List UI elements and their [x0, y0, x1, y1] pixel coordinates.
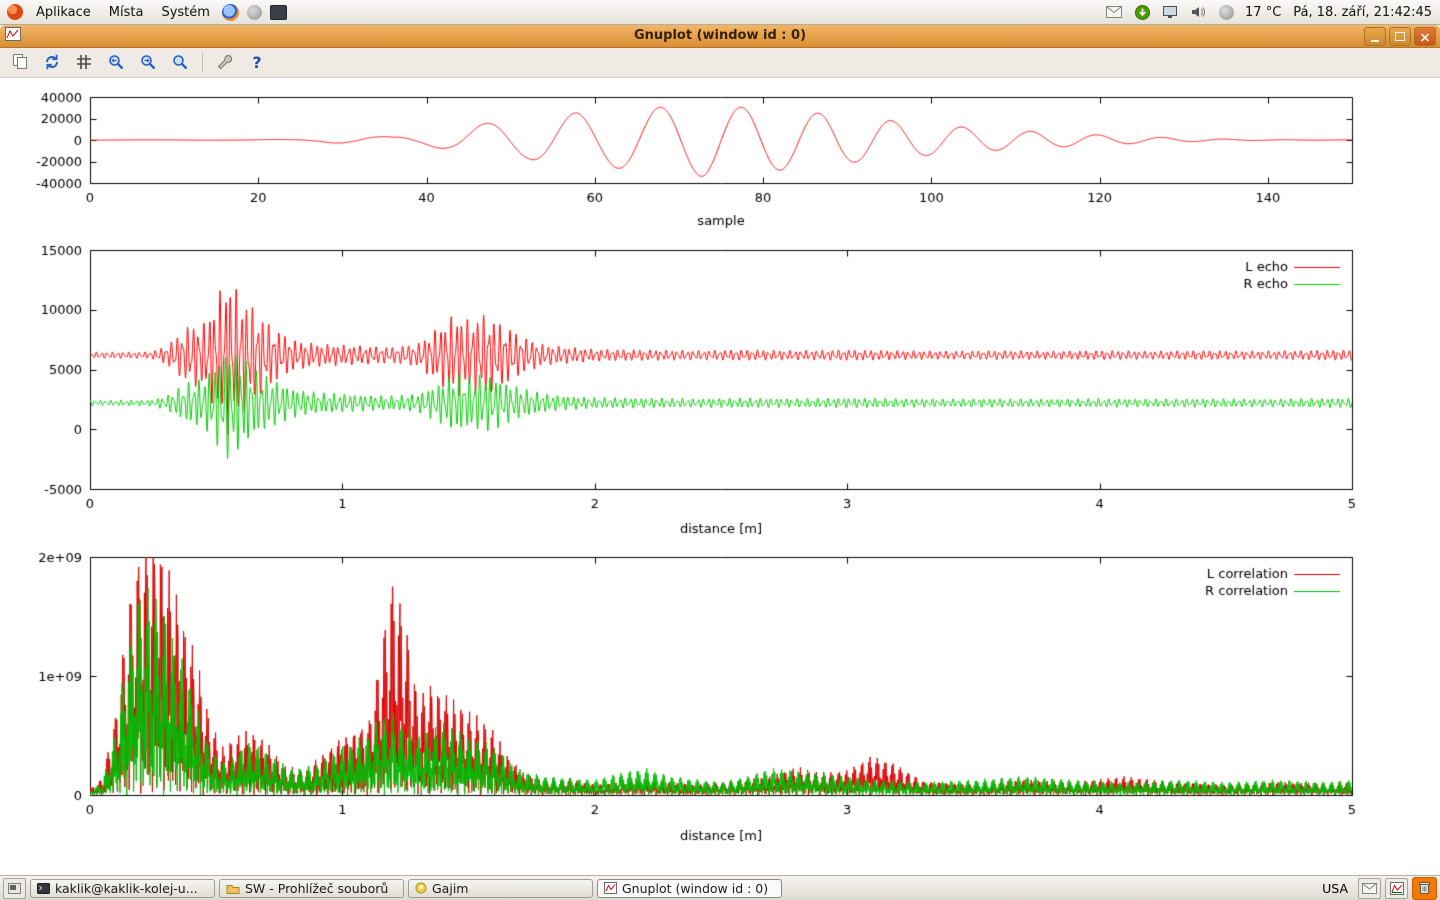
menu-places[interactable]: Místa: [101, 2, 152, 23]
gnuplot-window: Gnuplot (window id : 0): [0, 25, 1440, 875]
help-icon[interactable]: [244, 1, 266, 23]
minimize-icon: [1371, 40, 1379, 42]
plot-area: [0, 78, 1440, 875]
window-controls: [1364, 27, 1436, 46]
trash-icon[interactable]: [1412, 877, 1437, 900]
firefox-icon[interactable]: [220, 1, 242, 23]
task-button-gnuplot[interactable]: Gnuplot (window id : 0): [597, 879, 782, 898]
task-label: kaklik@kaklik-kolej-u...: [55, 881, 198, 896]
grid-icon: [75, 53, 93, 71]
weather-icon[interactable]: [1215, 1, 1237, 23]
wrench-icon: [216, 53, 234, 71]
panel-menus: Aplikace Místa Systém: [0, 1, 290, 23]
replot-button[interactable]: [40, 50, 64, 74]
zoom-next-icon: [139, 53, 157, 71]
volume-icon[interactable]: [1187, 1, 1209, 23]
taskbar: kaklik@kaklik-kolej-u... SW - Prohlížeč …: [0, 875, 1440, 900]
toolbar-separator: [202, 52, 203, 72]
task-button-terminal[interactable]: kaklik@kaklik-kolej-u...: [30, 879, 215, 898]
display-icon[interactable]: [1159, 1, 1181, 23]
keyboard-layout-indicator[interactable]: USA: [1316, 881, 1354, 896]
terminal-icon[interactable]: [268, 1, 290, 23]
task-button-gajim[interactable]: Gajim: [408, 879, 593, 898]
gnuplot-icon: [604, 882, 617, 894]
temperature-label[interactable]: 17 °C: [1245, 5, 1281, 20]
close-icon: [1419, 27, 1431, 46]
task-button-file-browser[interactable]: SW - Prohlížeč souborů: [219, 879, 404, 898]
tray-mail-icon[interactable]: [1358, 878, 1381, 899]
gnuplot-toolbar: ?: [0, 48, 1440, 78]
gajim-icon: [415, 882, 427, 894]
maximize-button[interactable]: [1389, 27, 1411, 46]
copy-icon: [11, 53, 29, 71]
panel-status-area: 17 °C Pá, 18. září, 21:42:45: [1103, 1, 1440, 23]
window-titlebar[interactable]: Gnuplot (window id : 0): [0, 25, 1440, 48]
autoscale-icon: [171, 53, 189, 71]
help-icon: ?: [252, 53, 261, 72]
replot-icon: [43, 53, 61, 71]
close-button[interactable]: [1414, 27, 1436, 46]
ubuntu-logo-icon[interactable]: [4, 1, 26, 23]
window-title: Gnuplot (window id : 0): [0, 28, 1440, 43]
options-button[interactable]: [213, 50, 237, 74]
zoom-previous-button[interactable]: [104, 50, 128, 74]
clock-applet[interactable]: Pá, 18. září, 21:42:45: [1293, 5, 1432, 20]
zoom-next-button[interactable]: [136, 50, 160, 74]
menu-system[interactable]: Systém: [153, 2, 217, 23]
autoscale-button[interactable]: [168, 50, 192, 74]
grid-button[interactable]: [72, 50, 96, 74]
folder-icon: [226, 883, 240, 894]
window-icon: [5, 26, 21, 45]
tray-gnuplot-icon[interactable]: [1385, 878, 1408, 899]
window-list-icon[interactable]: [3, 878, 26, 899]
maximize-icon: [1395, 32, 1405, 41]
menu-applications[interactable]: Aplikace: [28, 2, 99, 23]
plot-canvas[interactable]: [0, 78, 1440, 875]
task-label: Gajim: [432, 881, 468, 896]
task-label: SW - Prohlížeč souborů: [245, 881, 388, 896]
task-label: Gnuplot (window id : 0): [622, 881, 768, 896]
desktop: Aplikace Místa Systém 17 °C Pá, 18. září…: [0, 0, 1440, 900]
copy-button[interactable]: [8, 50, 32, 74]
mail-icon[interactable]: [1103, 1, 1125, 23]
terminal-icon: [37, 883, 50, 894]
update-icon[interactable]: [1131, 1, 1153, 23]
zoom-previous-icon: [107, 53, 125, 71]
top-panel: Aplikace Místa Systém 17 °C Pá, 18. září…: [0, 0, 1440, 25]
minimize-button[interactable]: [1364, 27, 1386, 46]
help-button[interactable]: ?: [245, 50, 269, 74]
